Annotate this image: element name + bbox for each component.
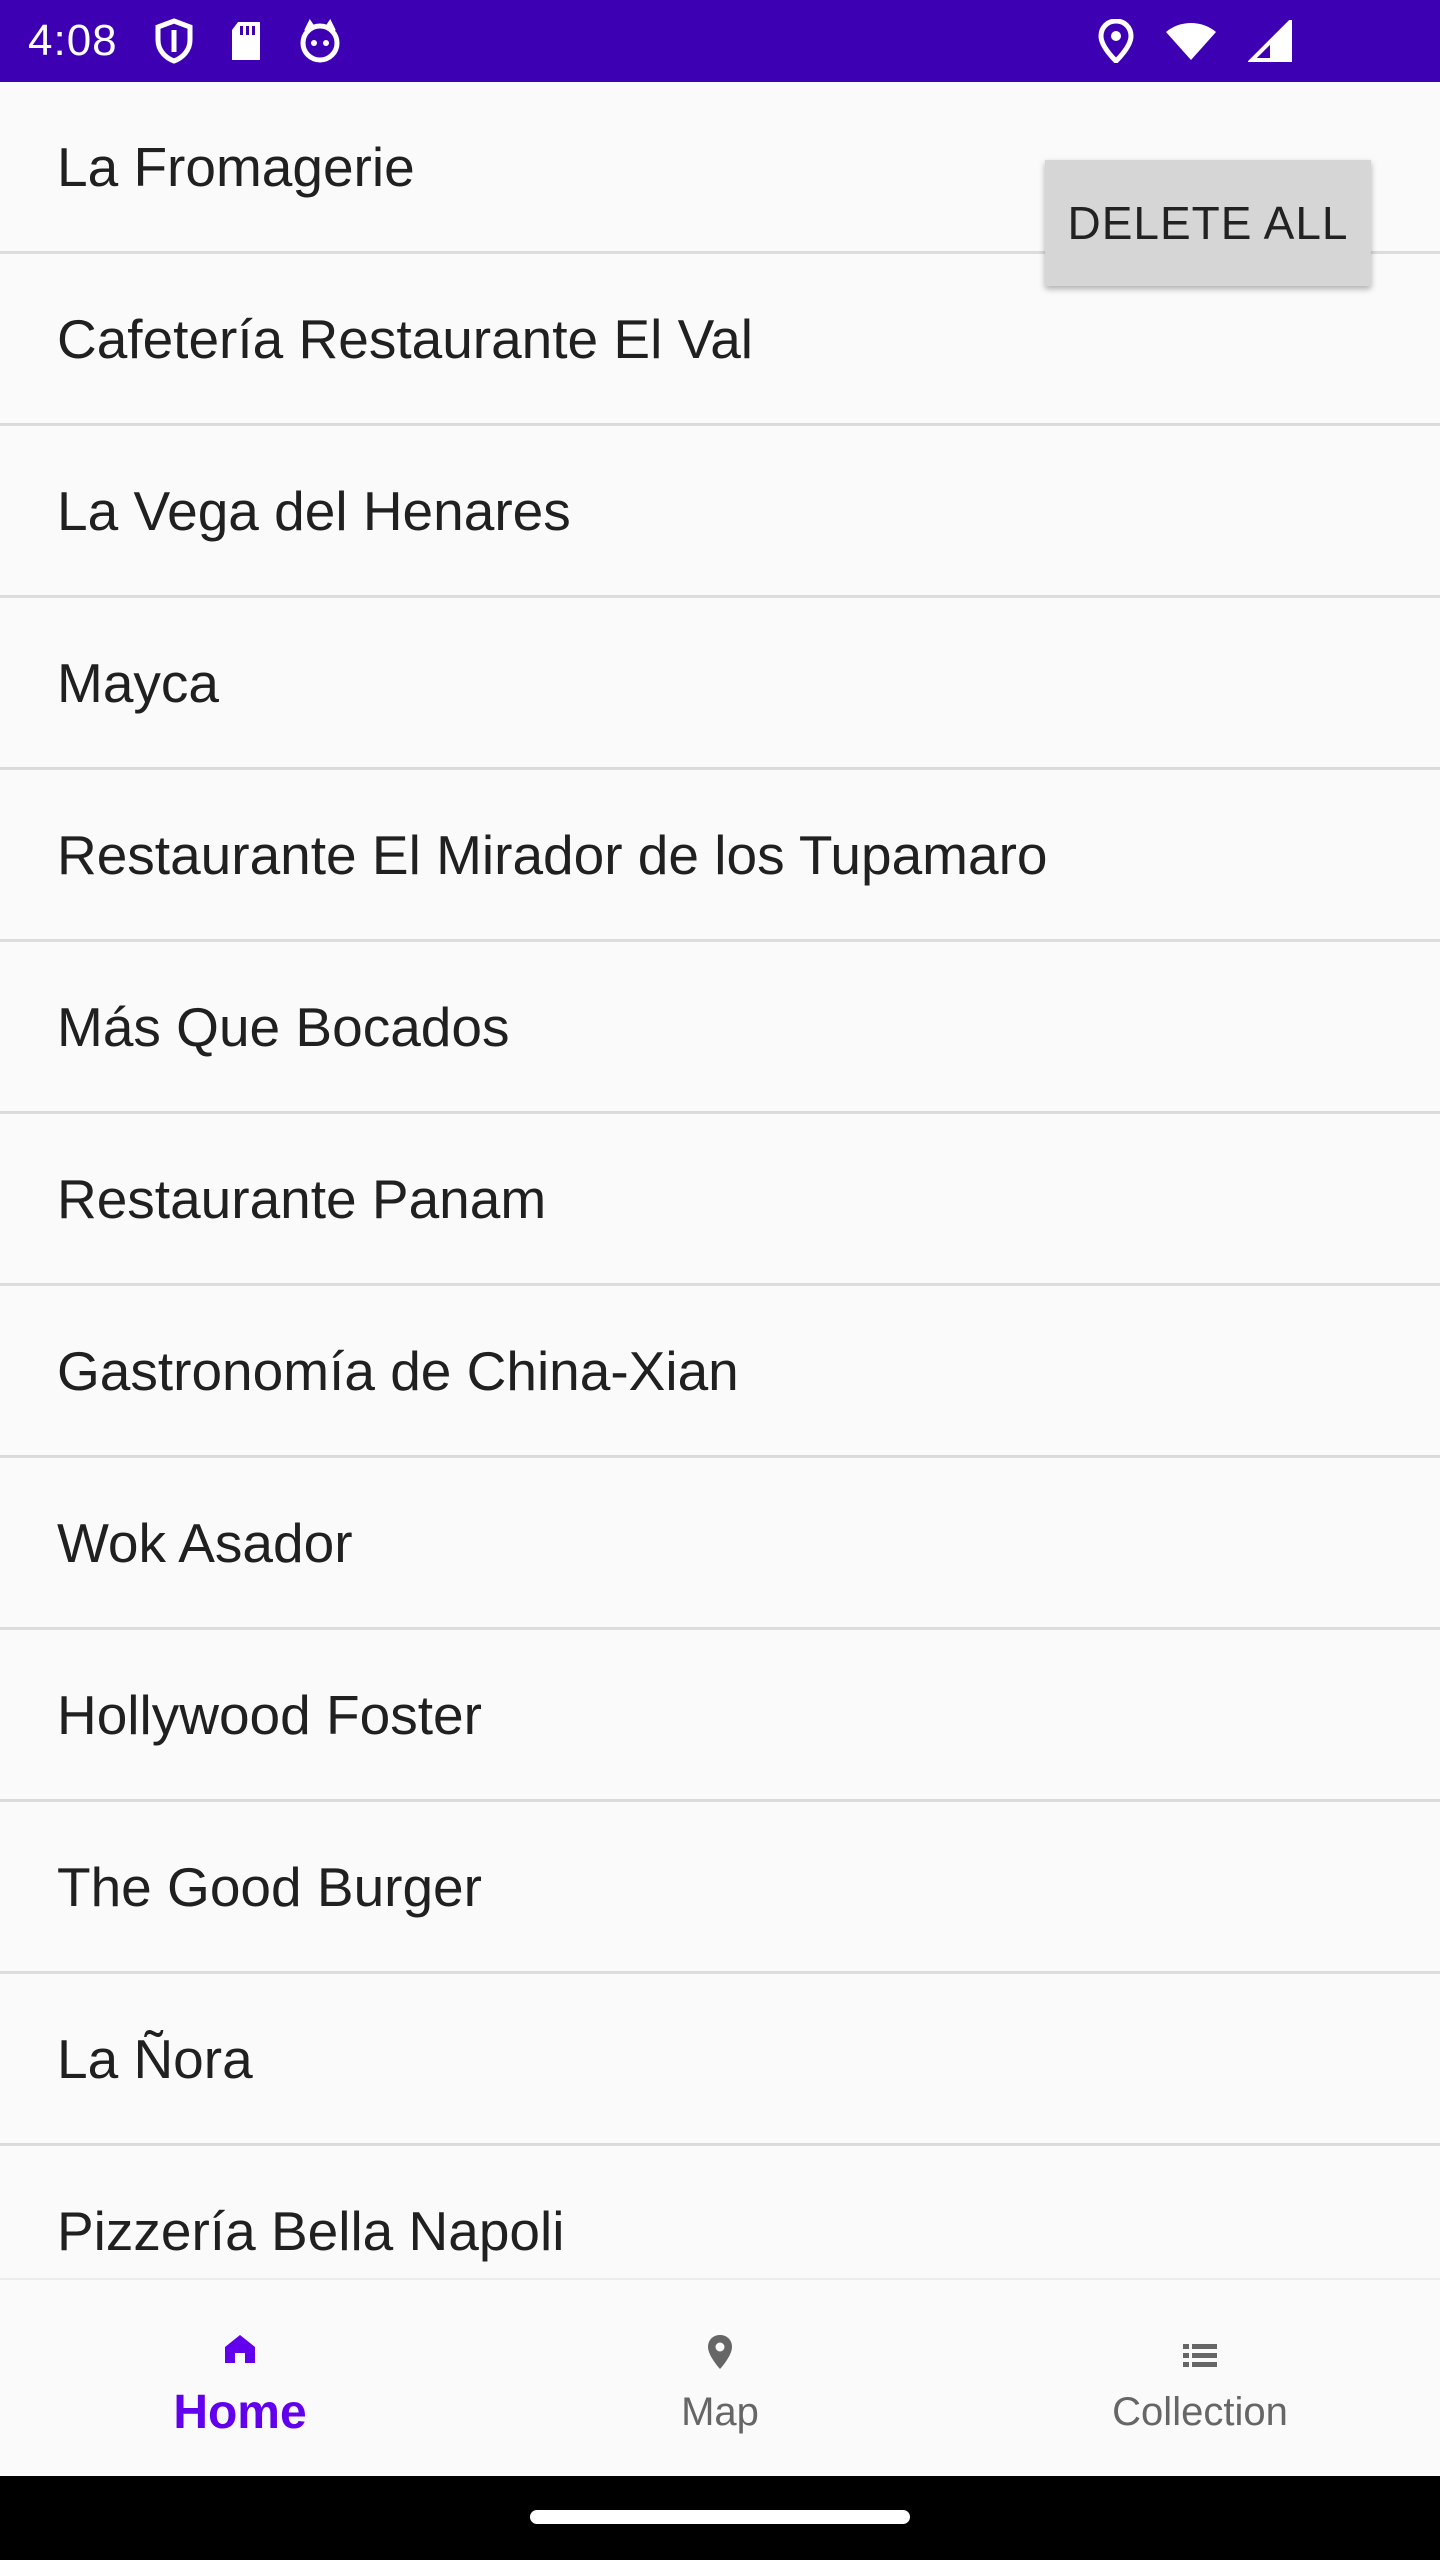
nav-collection[interactable]: Collection xyxy=(960,2280,1440,2476)
status-left-icons xyxy=(154,18,342,64)
list-item[interactable]: Gastronomía de China-Xian xyxy=(0,1286,1440,1458)
sd-card-icon xyxy=(228,20,264,62)
bottom-navigation: Home Map Collection xyxy=(0,2278,1440,2476)
nav-home-label: Home xyxy=(173,2385,307,2439)
nav-collection-label: Collection xyxy=(1112,2389,1288,2434)
system-navigation-bar xyxy=(0,2476,1440,2560)
list-item[interactable]: La Vega del Henares xyxy=(0,426,1440,598)
list-item[interactable]: Más Que Bocados xyxy=(0,942,1440,1114)
home-gesture-handle[interactable] xyxy=(530,2510,910,2524)
shield-icon xyxy=(154,18,194,64)
list-item[interactable]: Hollywood Foster xyxy=(0,1630,1440,1802)
map-pin-icon xyxy=(707,2322,733,2370)
list-item[interactable]: La Ñora xyxy=(0,1974,1440,2146)
app-notification-icon xyxy=(298,19,342,63)
list-icon xyxy=(1183,2322,1217,2370)
status-bar: 4:08 xyxy=(0,0,1440,82)
location-icon xyxy=(1098,19,1134,63)
list-item[interactable]: Mayca xyxy=(0,598,1440,770)
status-time: 4:08 xyxy=(28,16,118,65)
list-item[interactable]: Wok Asador xyxy=(0,1458,1440,1630)
nav-map-label: Map xyxy=(681,2389,759,2434)
list-item[interactable]: Restaurante El Mirador de los Tupamaro xyxy=(0,770,1440,942)
nav-map[interactable]: Map xyxy=(480,2280,960,2476)
home-icon xyxy=(223,2317,257,2365)
delete-all-button[interactable]: DELETE ALL xyxy=(1045,160,1371,286)
list-item[interactable]: Restaurante Panam xyxy=(0,1114,1440,1286)
list-item[interactable]: Pizzería Bella Napoli xyxy=(0,2146,1440,2278)
signal-icon xyxy=(1248,20,1292,62)
status-right-icons xyxy=(1098,0,1292,82)
list-item[interactable]: The Good Burger xyxy=(0,1802,1440,1974)
nav-home[interactable]: Home xyxy=(0,2280,480,2476)
wifi-icon xyxy=(1164,20,1218,62)
restaurant-list[interactable]: La Fromagerie Cafetería Restaurante El V… xyxy=(0,82,1440,2278)
